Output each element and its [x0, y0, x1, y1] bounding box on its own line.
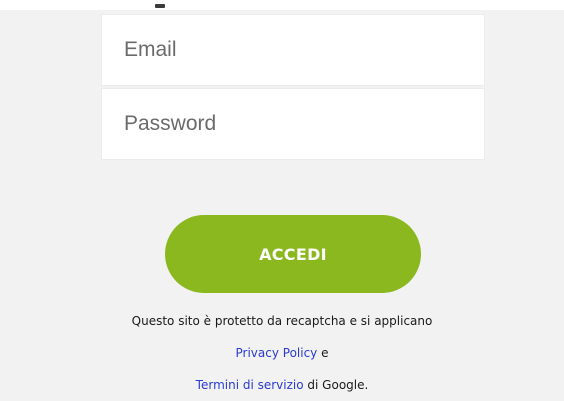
password-input[interactable]: [102, 89, 484, 159]
login-button[interactable]: ACCEDI: [165, 215, 421, 293]
privacy-policy-link[interactable]: Privacy Policy: [236, 346, 318, 360]
terms-of-service-link[interactable]: Termini di servizio: [196, 378, 304, 392]
heading-fragment: [155, 4, 165, 8]
email-input[interactable]: [102, 15, 484, 85]
recaptcha-notice: Questo sito è protetto da recaptcha e si…: [131, 314, 433, 328]
password-field-container: [101, 88, 485, 160]
recaptcha-suffix: di Google.: [303, 378, 369, 392]
email-field-container: [101, 14, 485, 86]
recaptcha-terms-line: Termini di servizio di Google.: [0, 377, 564, 393]
recaptcha-privacy-line: Privacy Policy e: [0, 345, 564, 361]
header-edge: [0, 0, 564, 10]
recaptcha-conjunction: e: [317, 346, 329, 360]
